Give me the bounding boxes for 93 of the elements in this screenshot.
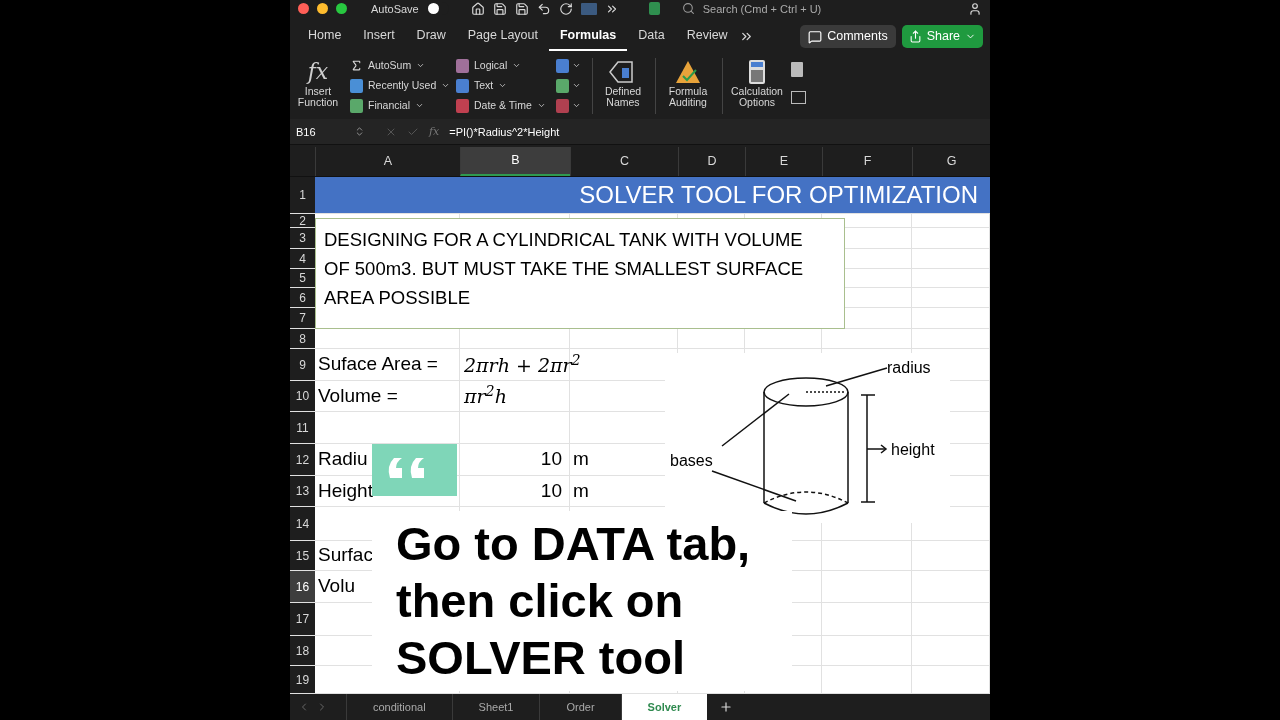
ribbon-tab[interactable]: Formulas (549, 22, 628, 52)
row-header[interactable]: 4 (290, 249, 315, 269)
sum-icon (350, 59, 363, 73)
radius-label: radius (887, 358, 931, 379)
comment-icon (808, 29, 823, 44)
table-cell-text: Volume = (318, 383, 398, 408)
insert-function-button[interactable]: fx (429, 123, 440, 141)
minimize-window-button[interactable] (317, 3, 328, 15)
row-header[interactable]: 16 (290, 571, 315, 603)
sheet-tab[interactable]: Sheet1 (451, 694, 540, 720)
calculation-options-button[interactable]: Calculation Options (725, 57, 789, 108)
caption-text: Go to DATA tab, then click on SOLVER tool (372, 511, 792, 692)
add-sheet-icon[interactable] (719, 700, 734, 715)
sheet-tab[interactable]: Order (539, 694, 621, 720)
share-button[interactable]: Share (901, 25, 983, 49)
column-header[interactable]: C (570, 147, 678, 177)
column-header[interactable]: B (460, 147, 570, 177)
table-cell-text: Radiu (318, 447, 368, 472)
account-icon[interactable] (968, 1, 982, 16)
row-header[interactable]: 11 (290, 412, 315, 444)
calculator-icon[interactable] (791, 61, 803, 77)
row-header[interactable]: 13 (290, 476, 315, 507)
table-cell-text: m (573, 447, 589, 472)
save-icon[interactable] (492, 1, 507, 16)
title-banner: SOLVER TOOL FOR OPTIMIZATION (315, 177, 990, 214)
ribbon-dropdown[interactable]: Financial (350, 97, 452, 114)
ribbon-dropdown[interactable]: Date & Time (456, 97, 552, 114)
table-cell-text: m (573, 478, 589, 503)
close-window-button[interactable] (298, 3, 309, 15)
autosave-label: AutoSave (371, 1, 419, 17)
row-header[interactable]: 18 (290, 636, 315, 666)
zoom-window-button[interactable] (336, 3, 347, 15)
ribbon-dropdown[interactable]: Text (456, 77, 552, 94)
document-icon[interactable] (648, 2, 660, 16)
leader-line (825, 367, 888, 387)
home-icon[interactable] (470, 1, 485, 16)
undo-icon[interactable] (536, 1, 551, 16)
row-header[interactable]: 3 (290, 228, 315, 249)
row-header[interactable]: 12 (290, 444, 315, 476)
row-header[interactable]: 9 (290, 349, 315, 381)
save-as-icon[interactable] (514, 1, 529, 16)
text-box: DESIGNING FOR A CYLINDRICAL TANK WITH VOLUME OF 500m3. BUT MUST TAKE THE SMALLEST SURFACE AREA POSSIBLE (315, 218, 845, 330)
row-header[interactable]: 17 (290, 603, 315, 636)
insert-function-button[interactable]: fx Insert Function (296, 57, 340, 108)
ribbon-dropdown[interactable]: Recently Used (350, 77, 452, 94)
ribbon-tab[interactable]: Page Layout (456, 22, 549, 52)
row-header[interactable]: 8 (290, 329, 315, 349)
ribbon-tab[interactable]: Review (675, 22, 739, 52)
ribbon-tab[interactable]: Insert (352, 22, 406, 52)
sheet-tab[interactable]: Solver (620, 694, 708, 720)
row-header[interactable]: 7 (290, 308, 315, 329)
column-header[interactable]: G (912, 147, 990, 177)
table-icon[interactable] (791, 90, 806, 104)
search-field[interactable]: Search (Cmd + Ctrl + U) (702, 0, 923, 18)
ribbon-tab[interactable]: Data (627, 22, 676, 52)
formula-text: 2πrh + 2πr$^{2}$ (464, 350, 581, 378)
table-cell-text: Volu (318, 574, 355, 599)
column-header[interactable]: D (678, 147, 745, 177)
ribbon-tab[interactable]: Draw (405, 22, 457, 52)
table-cell-text: Suface Area = (318, 352, 438, 377)
table-cell-text: Height (318, 478, 373, 503)
name-box[interactable]: B16 (296, 123, 344, 141)
bases-label: bases (670, 451, 713, 472)
leader-line (721, 393, 790, 447)
column-header[interactable]: E (745, 147, 822, 177)
ribbon-dropdown[interactable]: AutoSum (350, 57, 452, 74)
search-icon (681, 2, 695, 16)
comments-button[interactable]: Comments (800, 25, 896, 49)
stepper-icon[interactable] (354, 126, 365, 138)
row-header[interactable]: 2 (290, 214, 315, 228)
row-header[interactable]: 6 (290, 288, 315, 308)
row-header[interactable]: 19 (290, 666, 315, 694)
calculator-icon (747, 57, 767, 86)
row-header[interactable]: 15 (290, 541, 315, 571)
table-cell-text: 10 (540, 447, 562, 472)
height-label: height (891, 440, 935, 461)
quote-icon (372, 444, 457, 497)
ribbon-dropdown[interactable]: Logical (456, 57, 552, 74)
share-icon (908, 30, 922, 44)
formula-text: πr$^{2}$h (464, 382, 507, 410)
defined-names-button[interactable]: Defined Names (595, 57, 651, 108)
column-header[interactable]: F (822, 147, 912, 177)
row-header[interactable]: 14 (290, 507, 315, 541)
formula-field[interactable]: =PI()*Radius^2*Height (449, 123, 560, 141)
row-header[interactable]: 5 (290, 269, 315, 288)
row-header[interactable]: 1 (290, 177, 315, 214)
sheet-tab[interactable]: conditional (346, 694, 452, 720)
table-cell-text: Surfac (318, 543, 373, 568)
row-header[interactable]: 10 (290, 381, 315, 412)
table-cell-text: 10 (540, 478, 562, 503)
redo-icon[interactable] (558, 1, 573, 16)
formula-auditing-button[interactable]: Formula Auditing (658, 57, 718, 108)
ribbon-tab[interactable]: Home (297, 22, 353, 52)
